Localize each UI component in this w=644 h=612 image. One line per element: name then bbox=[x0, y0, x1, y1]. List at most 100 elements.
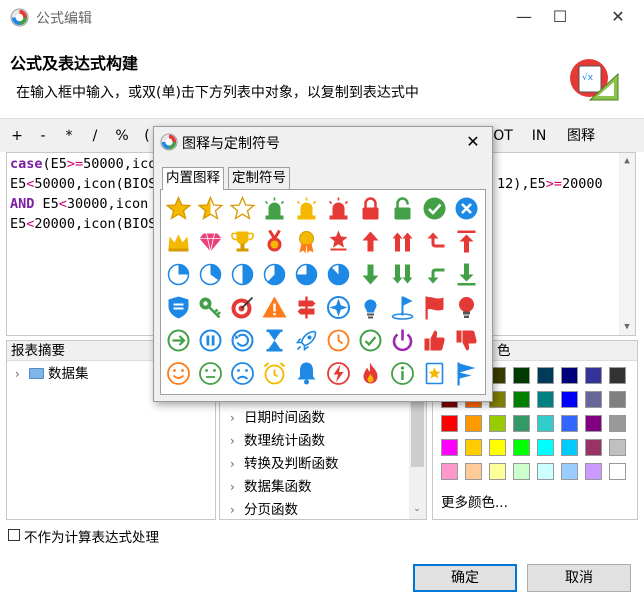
color-swatch[interactable] bbox=[465, 439, 482, 456]
color-swatch[interactable] bbox=[513, 415, 530, 432]
close-button[interactable]: ✕ bbox=[598, 4, 638, 30]
color-swatch[interactable] bbox=[441, 463, 458, 480]
arrow-up-top-icon[interactable] bbox=[451, 226, 482, 257]
color-swatch[interactable] bbox=[489, 463, 506, 480]
color-swatch[interactable] bbox=[441, 439, 458, 456]
hourglass-icon[interactable] bbox=[259, 325, 290, 356]
clock-icon[interactable] bbox=[323, 325, 354, 356]
color-swatch[interactable] bbox=[537, 367, 554, 384]
not-button[interactable]: OT bbox=[490, 122, 516, 150]
color-swatch[interactable] bbox=[513, 367, 530, 384]
color-swatch[interactable] bbox=[609, 367, 626, 384]
paren-button[interactable]: ( bbox=[140, 122, 154, 150]
info-icon[interactable] bbox=[387, 358, 418, 389]
more-colors-link[interactable]: 更多颜色... bbox=[441, 491, 508, 511]
bulb-red-icon[interactable] bbox=[451, 292, 482, 323]
double-arrow-up-icon[interactable] bbox=[387, 226, 418, 257]
compass-icon[interactable] bbox=[323, 292, 354, 323]
lock-open-icon[interactable] bbox=[387, 193, 418, 224]
editor-scrollbar[interactable]: ▲ ▼ bbox=[619, 153, 635, 335]
color-swatch[interactable] bbox=[537, 391, 554, 408]
func-category-paging[interactable]: › 分页函数 bbox=[230, 499, 298, 522]
arrow-right-circle-icon[interactable] bbox=[163, 325, 194, 356]
arrow-down-icon[interactable] bbox=[355, 259, 386, 290]
scroll-down-icon[interactable]: ⌄ bbox=[409, 501, 425, 517]
turn-up-icon[interactable] bbox=[419, 226, 450, 257]
minimize-button[interactable]: — bbox=[504, 4, 544, 30]
trophy-icon[interactable] bbox=[227, 226, 258, 257]
check-outline-icon[interactable] bbox=[355, 325, 386, 356]
check-circle-icon[interactable] bbox=[419, 193, 450, 224]
color-swatch[interactable] bbox=[537, 463, 554, 480]
icon-legend-button[interactable]: 图释 bbox=[562, 122, 600, 150]
pie-two-thirds-icon[interactable] bbox=[259, 259, 290, 290]
arrow-down-bottom-icon[interactable] bbox=[451, 259, 482, 290]
arrow-up-icon[interactable] bbox=[355, 226, 386, 257]
pie-half-icon[interactable] bbox=[227, 259, 258, 290]
dialog-close-button[interactable]: ✕ bbox=[460, 129, 486, 155]
color-swatch[interactable] bbox=[537, 415, 554, 432]
power-icon[interactable] bbox=[387, 325, 418, 356]
func-category-stats[interactable]: › 数理统计函数 bbox=[230, 430, 325, 453]
color-swatch[interactable] bbox=[561, 439, 578, 456]
bell-icon[interactable] bbox=[291, 358, 322, 389]
alarm-clock-icon[interactable] bbox=[259, 358, 290, 389]
no-calc-checkbox[interactable] bbox=[8, 529, 20, 541]
smile-icon[interactable] bbox=[163, 358, 194, 389]
chevron-right-icon[interactable]: › bbox=[15, 363, 29, 385]
warning-icon[interactable] bbox=[259, 292, 290, 323]
pie-quarter-icon[interactable] bbox=[163, 259, 194, 290]
double-arrow-down-icon[interactable] bbox=[387, 259, 418, 290]
maximize-button[interactable]: ☐ bbox=[540, 4, 580, 30]
ok-button[interactable]: 确定 bbox=[413, 564, 517, 592]
award-ribbon-icon[interactable] bbox=[291, 226, 322, 257]
tab-builtin-icons[interactable]: 内置图释 bbox=[162, 167, 224, 190]
color-swatch[interactable] bbox=[513, 391, 530, 408]
color-swatch[interactable] bbox=[585, 367, 602, 384]
color-swatch[interactable] bbox=[489, 415, 506, 432]
modulo-button[interactable]: % bbox=[110, 122, 134, 150]
lock-closed-icon[interactable] bbox=[355, 193, 386, 224]
medal-icon[interactable] bbox=[259, 226, 290, 257]
pie-third-icon[interactable] bbox=[195, 259, 226, 290]
key-icon[interactable] bbox=[195, 292, 226, 323]
pie-three-quarters-icon[interactable] bbox=[291, 259, 322, 290]
color-swatch[interactable] bbox=[585, 463, 602, 480]
flag-blue-icon[interactable] bbox=[451, 358, 482, 389]
color-swatch[interactable] bbox=[561, 367, 578, 384]
tree-item-dataset[interactable]: › 数据集 bbox=[15, 363, 89, 385]
alarm-light-yellow-icon[interactable] bbox=[291, 193, 322, 224]
tab-custom-symbols[interactable]: 定制符号 bbox=[228, 167, 290, 189]
color-swatch[interactable] bbox=[585, 391, 602, 408]
rocket-icon[interactable] bbox=[291, 325, 322, 356]
color-swatch[interactable] bbox=[609, 391, 626, 408]
color-swatch[interactable] bbox=[513, 439, 530, 456]
lightning-icon[interactable] bbox=[323, 358, 354, 389]
color-swatch[interactable] bbox=[609, 463, 626, 480]
neutral-icon[interactable] bbox=[195, 358, 226, 389]
color-swatch[interactable] bbox=[465, 415, 482, 432]
thumb-up-icon[interactable] bbox=[419, 325, 450, 356]
target-icon[interactable] bbox=[227, 292, 258, 323]
color-swatch[interactable] bbox=[513, 463, 530, 480]
func-category-convert[interactable]: › 转换及判断函数 bbox=[230, 453, 339, 476]
x-circle-icon[interactable] bbox=[451, 193, 482, 224]
thumb-down-icon[interactable] bbox=[451, 325, 482, 356]
scroll-down-icon[interactable]: ▼ bbox=[619, 319, 635, 335]
star-bookmark-icon[interactable] bbox=[419, 358, 450, 389]
star-full-icon[interactable] bbox=[163, 193, 194, 224]
star-empty-icon[interactable] bbox=[227, 193, 258, 224]
star-half-icon[interactable] bbox=[195, 193, 226, 224]
divide-button[interactable]: / bbox=[84, 122, 106, 150]
color-swatch[interactable] bbox=[609, 439, 626, 456]
scroll-thumb[interactable] bbox=[411, 391, 424, 467]
plus-button[interactable]: + bbox=[6, 122, 28, 150]
lightbulb-icon[interactable] bbox=[355, 292, 386, 323]
star-badge-icon[interactable] bbox=[323, 226, 354, 257]
cancel-button[interactable]: 取消 bbox=[527, 564, 631, 592]
color-swatch[interactable] bbox=[489, 439, 506, 456]
pause-circle-icon[interactable] bbox=[195, 325, 226, 356]
func-category-datetime[interactable]: › 日期时间函数 bbox=[230, 407, 325, 430]
color-swatch[interactable] bbox=[585, 415, 602, 432]
color-swatch[interactable] bbox=[561, 415, 578, 432]
